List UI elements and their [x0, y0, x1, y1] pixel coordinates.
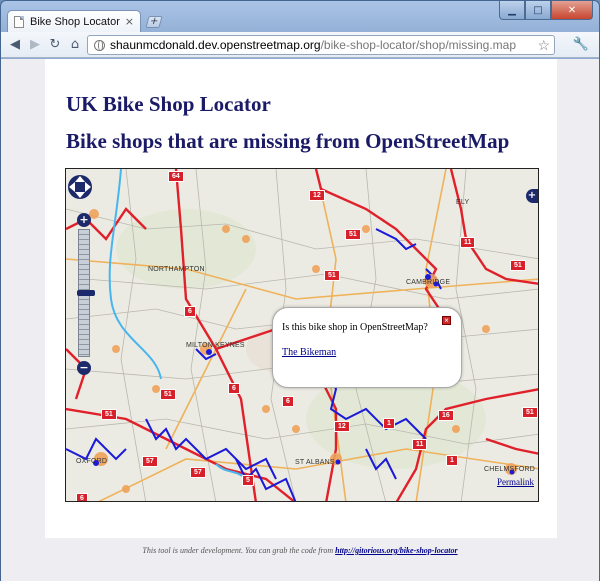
page-content: UK Bike Shop Locator Bike shops that are…: [45, 59, 557, 538]
url-path: /bike-shop-locator/shop/missing.map: [320, 38, 517, 52]
bike-shop-popup: × Is this bike shop in OpenStreetMap? Th…: [272, 307, 462, 388]
zoom-in-button[interactable]: +: [77, 213, 91, 227]
close-window-button[interactable]: ✕: [551, 1, 593, 20]
road-shield: 5: [242, 475, 254, 486]
road-shield: 1: [383, 418, 395, 429]
tab-close-icon[interactable]: ×: [125, 15, 134, 28]
road-shield: 6: [76, 493, 88, 501]
zoom-slider-handle[interactable]: [77, 290, 95, 296]
site-title: UK Bike Shop Locator: [66, 92, 271, 116]
browser-tab[interactable]: Bike Shop Locator ×: [7, 10, 141, 32]
road-shield: 51: [160, 389, 176, 400]
road-shield: 1: [446, 455, 458, 466]
bookmark-star-icon[interactable]: ☆: [537, 37, 550, 54]
zoom-bar: + −: [77, 213, 95, 375]
road-shield: 6: [228, 383, 240, 394]
place-label-milton-keynes: MILTON KEYNES: [186, 342, 245, 349]
globe-icon: [94, 39, 105, 51]
pan-control[interactable]: [66, 169, 94, 205]
road-shield: 6: [184, 306, 196, 317]
browser-window: Bike Shop Locator × + ▁ □ ✕ ◀ ▶ ↻ ⌂ shau…: [0, 0, 600, 581]
tab-strip: Bike Shop Locator × + ▁ □ ✕: [1, 1, 599, 32]
popup-question: Is this bike shop in OpenStreetMap?: [282, 322, 428, 333]
page-heading: Bike shops that are missing from OpenStr…: [66, 129, 510, 153]
road-shield: 51: [522, 407, 538, 418]
place-label-oxford: OXFORD: [76, 458, 108, 465]
road-shield: 6: [282, 396, 294, 407]
url-host: shaunmcdonald.dev.openstreetmap.org: [110, 38, 321, 52]
road-shield: 51: [345, 229, 361, 240]
road-shield: 64: [168, 171, 184, 182]
address-bar[interactable]: shaunmcdonald.dev.openstreetmap.org/bike…: [87, 35, 555, 55]
bike-shop-link[interactable]: The Bikeman: [282, 347, 336, 358]
zoom-out-button[interactable]: −: [77, 361, 91, 375]
road-shield: 57: [142, 456, 158, 467]
road-shield: 12: [309, 190, 325, 201]
minimize-button[interactable]: ▁: [499, 1, 525, 20]
footer-text: This tool is under development. You can …: [142, 546, 336, 555]
place-label-chelmsford: CHELMSFORD: [484, 466, 536, 473]
source-code-link[interactable]: http://gitorious.org/bike-shop-locator: [335, 546, 457, 555]
place-label-northampton: NORTHAMPTON: [148, 266, 205, 273]
road-shield: 51: [510, 260, 526, 271]
road-shield: 16: [438, 410, 454, 421]
popup-close-icon[interactable]: ×: [442, 316, 451, 325]
road-shield: 12: [334, 421, 350, 432]
page-footer: This tool is under development. You can …: [1, 546, 599, 555]
maximize-button[interactable]: □: [525, 1, 551, 20]
permalink-link[interactable]: Permalink: [497, 477, 534, 487]
new-tab-button[interactable]: +: [145, 16, 163, 28]
home-icon[interactable]: ⌂: [67, 37, 83, 53]
back-arrow-icon[interactable]: ◀: [7, 37, 23, 53]
page-viewport[interactable]: UK Bike Shop Locator Bike shops that are…: [1, 59, 599, 581]
place-label-cambridge: CAMBRIDGE: [406, 279, 451, 286]
place-label-ely: ELY: [456, 199, 470, 206]
road-shield: 51: [324, 270, 340, 281]
reload-icon[interactable]: ↻: [47, 37, 63, 53]
place-label-st-albans: ST ALBANS: [295, 459, 335, 466]
road-shield: 51: [101, 409, 117, 420]
road-shield: 11: [460, 237, 476, 248]
road-shield: 57: [190, 467, 206, 478]
browser-toolbar: ◀ ▶ ↻ ⌂ shaunmcdonald.dev.openstreetmap.…: [1, 32, 599, 58]
tab-title: Bike Shop Locator: [30, 15, 120, 28]
window-controls: ▁ □ ✕: [499, 1, 593, 20]
road-shield: 11: [412, 439, 428, 450]
zoom-track[interactable]: [77, 229, 95, 357]
map[interactable]: NORTHAMPTON MILTON KEYNES CAMBRIDGE ST A…: [65, 168, 539, 502]
layer-switcher-button[interactable]: +: [526, 189, 538, 203]
forward-arrow-icon[interactable]: ▶: [27, 37, 43, 53]
page-icon: [14, 15, 24, 28]
wrench-icon[interactable]: 🔧: [573, 37, 589, 52]
